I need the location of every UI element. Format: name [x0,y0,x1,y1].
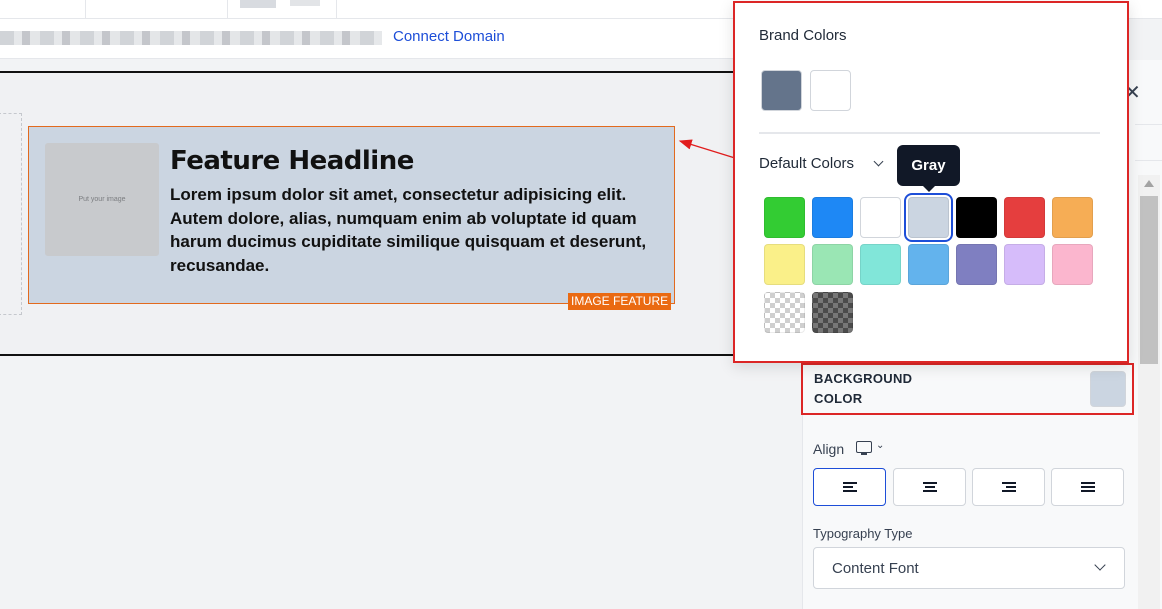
toolbar-divider [85,0,86,19]
align-right-icon [1001,482,1016,492]
panel-scrollbar[interactable] [1138,175,1160,609]
domain-bar: Connect Domain [0,19,800,59]
align-center-button[interactable] [893,468,966,506]
desktop-device-icon[interactable] [856,441,872,455]
feature-headline[interactable]: Feature Headline [170,146,414,176]
align-justify-icon [1080,482,1095,492]
redacted-url [0,31,382,45]
color-swatch-transparent[interactable] [764,292,805,333]
color-swatch-gray[interactable] [904,193,953,242]
panel-divider [1135,124,1162,125]
align-center-icon [922,482,937,492]
color-swatch-red[interactable] [1004,197,1045,238]
chevron-down-icon [1094,559,1106,571]
image-feature-block[interactable]: Put your image Feature Headline Lorem ip… [28,126,675,304]
chevron-down-icon[interactable]: ⌄ [876,440,884,451]
toolbar-divider [227,0,228,19]
align-justify-button[interactable] [1051,468,1124,506]
align-left-icon [842,482,857,492]
color-swatch-teal[interactable] [860,244,901,285]
background-color-swatch[interactable] [1090,371,1126,407]
canvas-section[interactable]: Put your image Feature Headline Lorem ip… [0,71,802,356]
typography-type-select[interactable]: Content Font [813,547,1125,589]
background-color-setting[interactable]: BACKGROUND COLOR [801,363,1134,415]
color-swatch-light-green[interactable] [812,244,853,285]
color-tooltip: Gray [897,145,960,192]
color-swatch-lavender[interactable] [1004,244,1045,285]
scrollbar-thumb[interactable] [1140,196,1158,364]
color-swatch-yellow[interactable] [764,244,805,285]
align-left-button[interactable] [813,468,886,506]
feature-body-text[interactable]: Lorem ipsum dolor sit amet, consectetur … [170,183,660,277]
redacted-toolbar-item [290,0,320,6]
color-swatch-light-blue[interactable] [908,244,949,285]
align-label: Align [813,441,845,457]
typography-type-value: Content Font [832,560,919,577]
adjacent-element-outline [0,113,22,315]
popup-divider [759,132,1100,134]
panel-divider [1135,160,1162,161]
color-swatch-black[interactable] [956,197,997,238]
color-swatch-orange[interactable] [1052,197,1093,238]
feature-image-placeholder[interactable]: Put your image [45,143,159,256]
scroll-up-icon[interactable] [1144,180,1154,187]
image-feature-badge: IMAGE FEATURE [568,293,672,310]
image-placeholder-text: Put your image [78,196,126,203]
color-swatch-blue[interactable] [812,197,853,238]
color-swatch-green[interactable] [764,197,805,238]
chevron-down-icon[interactable] [873,156,884,167]
background-color-label: BACKGROUND COLOR [814,371,913,406]
toolbar-divider [336,0,337,19]
color-swatch-white[interactable] [860,197,901,238]
brand-color-swatch[interactable] [810,70,851,111]
redacted-toolbar-item [240,0,276,8]
color-swatch-transparent-dark[interactable] [812,292,853,333]
connect-domain-link[interactable]: Connect Domain [393,28,505,45]
default-colors-toggle[interactable]: Default Colors [759,155,854,172]
brand-colors-title: Brand Colors [759,27,847,44]
color-swatch-pink[interactable] [1052,244,1093,285]
typography-type-label: Typography Type [813,526,913,541]
brand-color-swatch[interactable] [761,70,802,111]
color-swatch-indigo[interactable] [956,244,997,285]
align-right-button[interactable] [972,468,1045,506]
